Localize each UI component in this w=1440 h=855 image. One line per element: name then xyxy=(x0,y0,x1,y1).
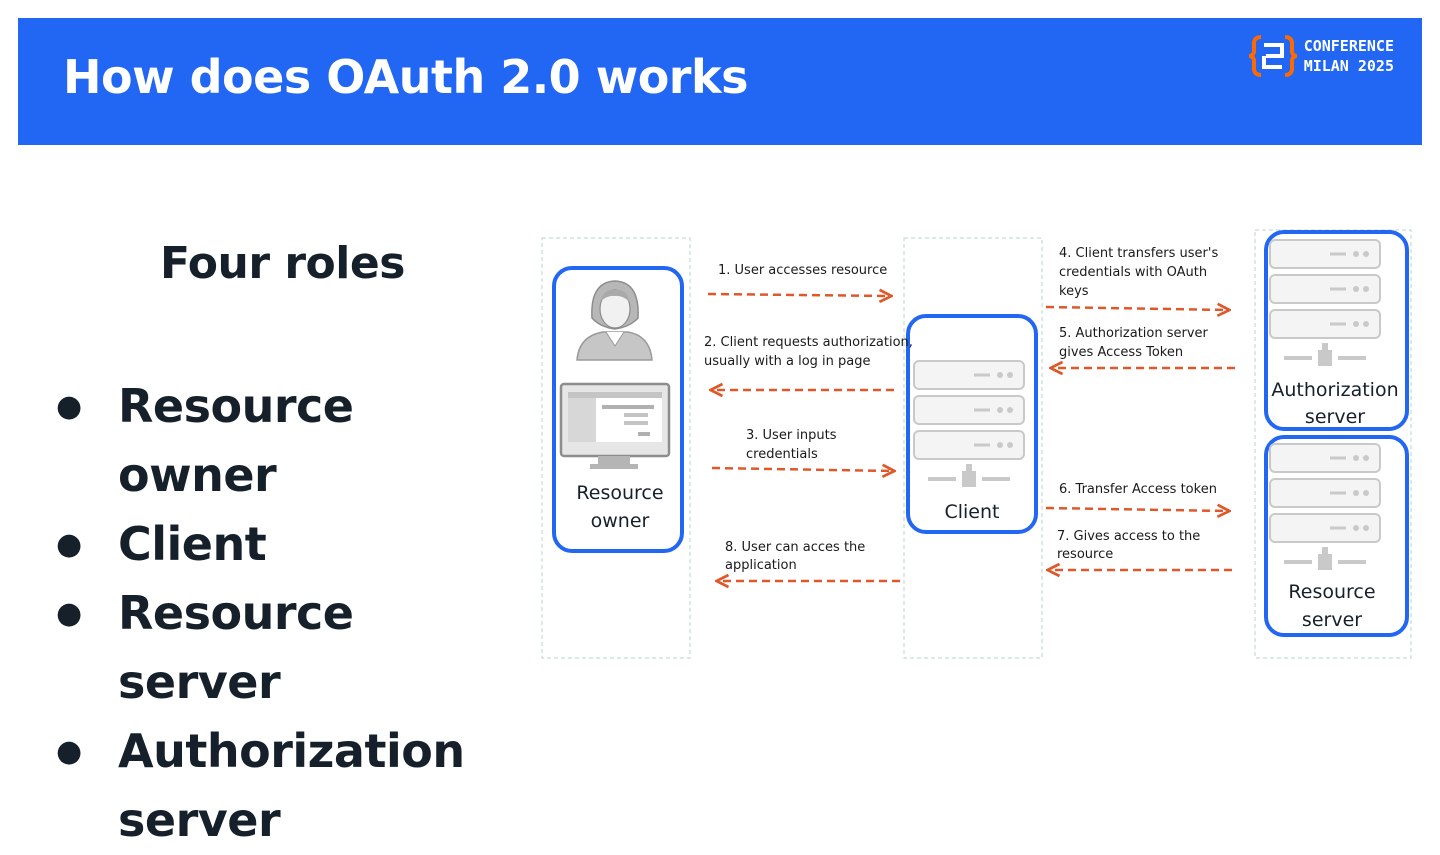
bullet-icon: ● xyxy=(56,734,82,769)
role-item: ● Client xyxy=(52,510,522,579)
step-5-label-2: gives Access Token xyxy=(1059,345,1183,360)
step-6-label: 6. Transfer Access token xyxy=(1059,482,1217,497)
step-8-label-2: application xyxy=(725,558,797,573)
step-8-label-1: 8. User can acces the xyxy=(725,540,865,555)
step-3-label-2: credentials xyxy=(746,447,818,462)
role-label: Resource server xyxy=(118,586,354,709)
role-label: Authorization server xyxy=(118,724,465,847)
resource-server-node: Resource server xyxy=(1264,435,1409,637)
client-label: Client xyxy=(944,501,999,523)
resource-owner-label-1: Resource xyxy=(576,482,663,504)
roles-list: ● Resource owner ● Client ● Resource server… xyxy=(52,372,522,855)
authorization-server-node: Authorization server xyxy=(1264,230,1409,431)
resource-owner-node: Resource owner xyxy=(552,266,684,553)
arrow-step-3 xyxy=(711,468,893,471)
authorization-server-label-2: server xyxy=(1305,406,1365,428)
client-node: Client xyxy=(906,314,1038,534)
arrow-step-6 xyxy=(1045,508,1228,511)
step-1-label: 1. User accesses resource xyxy=(718,263,887,278)
role-label: Resource owner xyxy=(118,379,354,502)
arrow-step-4 xyxy=(1045,307,1228,310)
resource-server-label-2: server xyxy=(1302,609,1362,631)
bullet-icon: ● xyxy=(56,527,82,562)
logo-line-2: MILAN 2025 xyxy=(1303,57,1394,75)
resource-owner-label-2: owner xyxy=(591,510,650,532)
step-4-label-1: 4. Client transfers user's xyxy=(1059,246,1218,261)
step-7-label-2: resource xyxy=(1057,547,1113,562)
slide-title: How does OAuth 2.0 works xyxy=(63,50,748,104)
role-item: ● Authorization server xyxy=(52,717,522,855)
role-item: ● Resource server xyxy=(52,579,522,717)
step-2-label-1: 2. Client requests authorization, xyxy=(704,335,913,350)
step-4-label-3: keys xyxy=(1059,284,1089,299)
arrow-step-1 xyxy=(707,294,890,296)
step-2-label-2: usually with a log in page xyxy=(704,354,870,369)
role-item: ● Resource owner xyxy=(52,372,522,510)
logo-line-1: CONFERENCE xyxy=(1303,37,1394,55)
section-subtitle: Four roles xyxy=(160,238,405,289)
bullet-icon: ● xyxy=(56,596,82,631)
step-5-label-1: 5. Authorization server xyxy=(1059,326,1209,341)
role-label: Client xyxy=(118,517,267,571)
title-banner: How does OAuth 2.0 works CONFERENCE MILA… xyxy=(18,18,1422,145)
bullet-icon: ● xyxy=(56,389,82,424)
authorization-server-label-1: Authorization xyxy=(1271,379,1398,401)
conference-logo: CONFERENCE MILAN 2025 xyxy=(1248,34,1394,78)
step-7-label-1: 7. Gives access to the xyxy=(1057,529,1200,544)
step-4-label-2: credentials with OAuth xyxy=(1059,265,1207,280)
oauth-flow-diagram: Resource owner Client Authorization serv… xyxy=(541,229,1412,659)
step-3-label-1: 3. User inputs xyxy=(746,428,837,443)
resource-server-label-1: Resource xyxy=(1288,581,1375,603)
conference-logo-icon xyxy=(1248,35,1297,77)
